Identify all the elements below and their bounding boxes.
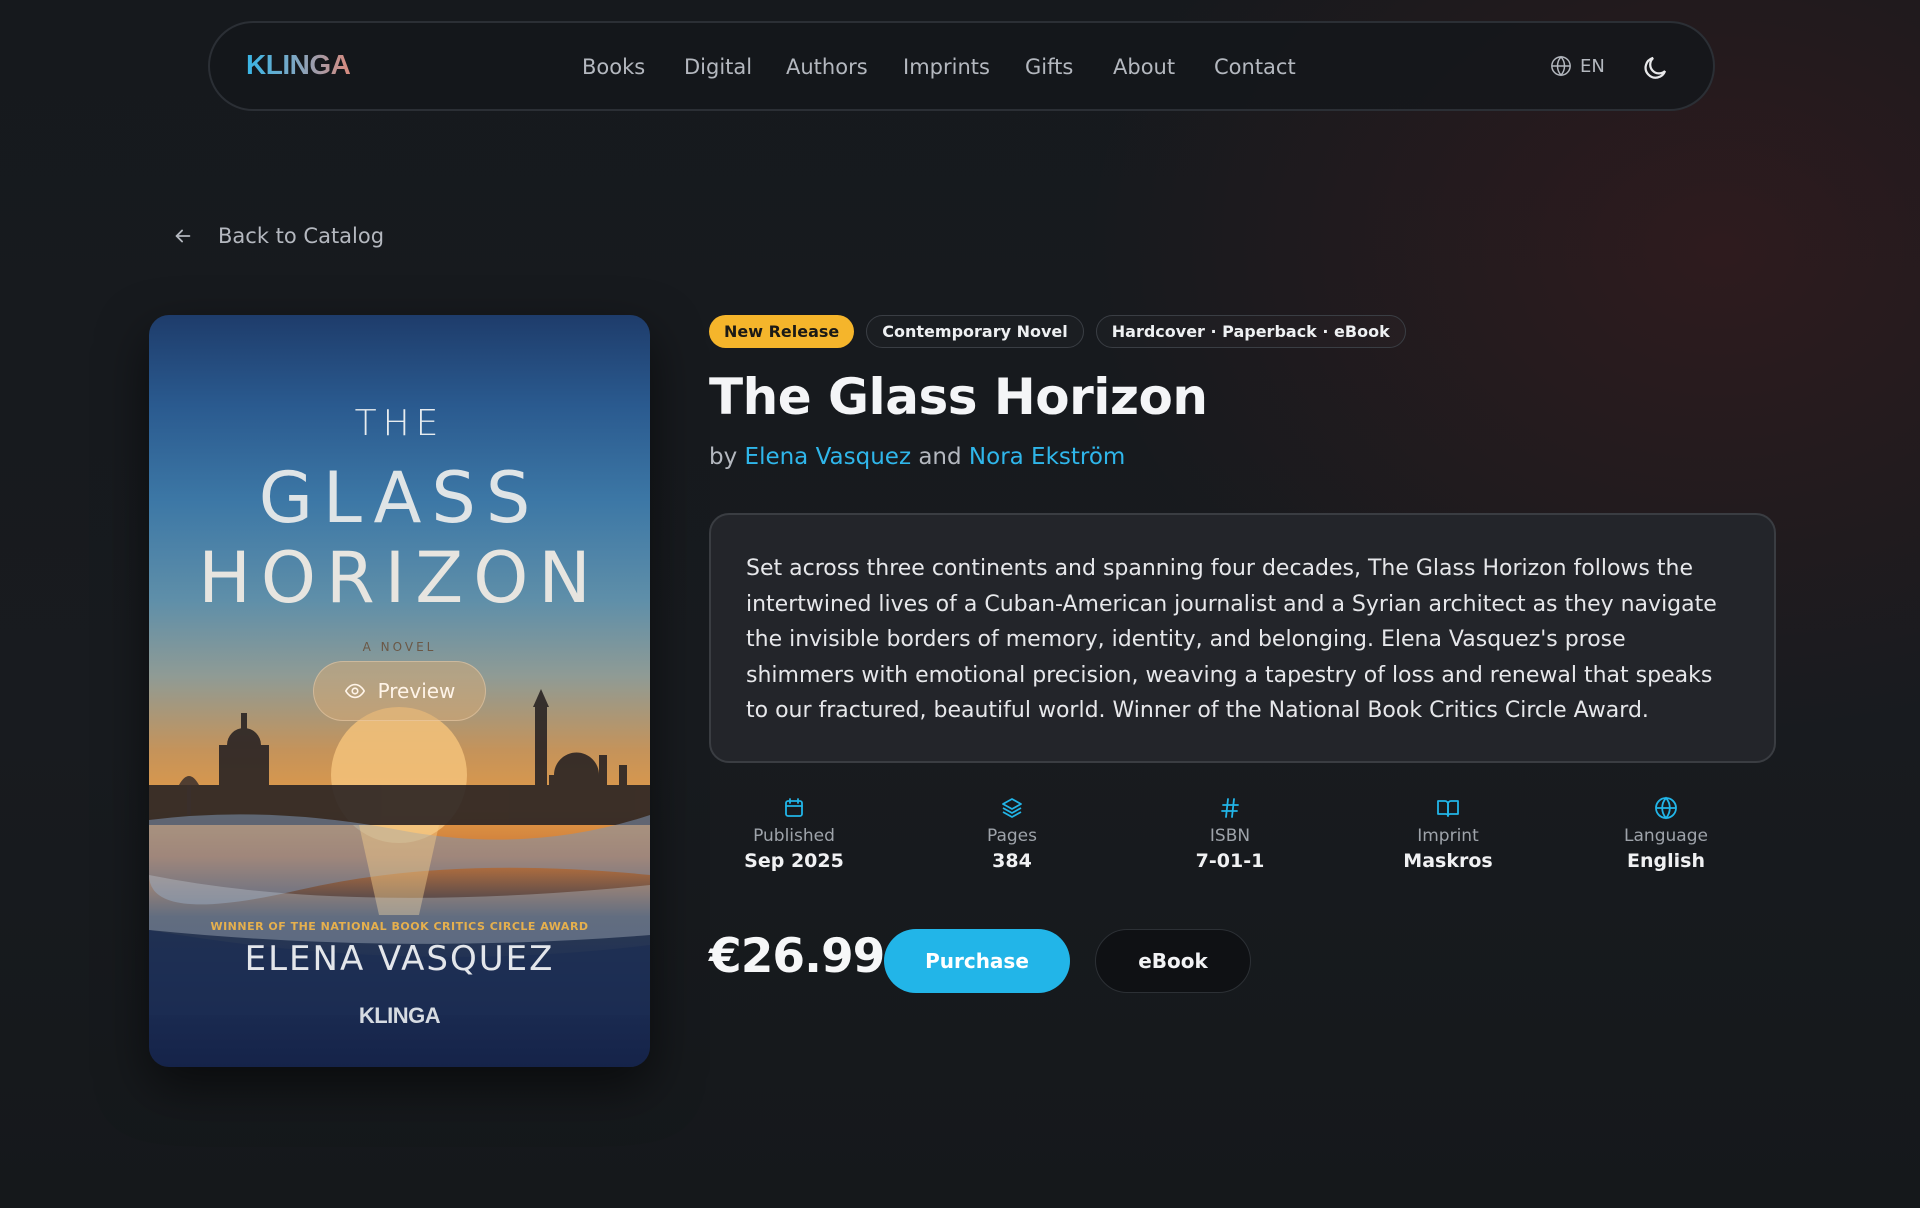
top-navigation: KLINGA Books Digital Authors Imprints Gi… — [208, 21, 1715, 111]
meta-label: ISBN — [1209, 826, 1251, 846]
cover-award: WINNER OF THE NATIONAL BOOK CRITICS CIRC… — [210, 920, 589, 933]
meta-value: 384 — [992, 850, 1032, 872]
ebook-button[interactable]: eBook — [1095, 929, 1251, 993]
nav-link-gifts[interactable]: Gifts — [1025, 55, 1073, 79]
meta-label: Pages — [986, 826, 1037, 846]
globe-icon — [1551, 55, 1571, 77]
meta-value: 7-01-1 — [1195, 850, 1265, 872]
cover-title-glass: GLASS — [258, 457, 541, 539]
meta-label: Language — [1624, 826, 1708, 846]
cover-title-horizon: HORIZON — [198, 537, 601, 619]
back-to-catalog-link[interactable]: Back to Catalog — [172, 224, 384, 248]
author-link-elena-vasquez[interactable]: Elena Vasquez — [745, 444, 911, 470]
arrow-left-icon — [175, 229, 191, 243]
eye-icon — [344, 683, 365, 699]
nav-link-authors[interactable]: Authors — [786, 55, 868, 79]
back-label: Back to Catalog — [218, 224, 385, 248]
author-link-nora-ekstrom[interactable]: Nora Ekström — [969, 444, 1125, 470]
book-metadata: Published Sep 2025 Pages 384 ISBN 7-01-1… — [709, 796, 1776, 886]
book-cover: THE GLASS HORIZON A NOVEL WINNER OF THE … — [149, 315, 650, 1067]
cover-publisher-logo: KLINGA — [358, 1003, 441, 1028]
hash-icon — [1221, 798, 1239, 818]
meta-value: Maskros — [1403, 850, 1493, 872]
badges: New Release Contemporary Novel Hardcover… — [709, 315, 1406, 348]
meta-published: Published Sep 2025 — [694, 796, 894, 872]
cover-subtitle: A NOVEL — [362, 640, 437, 654]
badge-genre: Contemporary Novel — [866, 315, 1084, 348]
book-open-icon — [1437, 800, 1459, 817]
nav-link-imprints[interactable]: Imprints — [903, 55, 990, 79]
nav-links: Books Digital Authors Imprints Gifts Abo… — [210, 55, 1713, 85]
nav-link-books[interactable]: Books — [582, 55, 645, 79]
nav-link-digital[interactable]: Digital — [684, 55, 752, 79]
meta-pages: Pages 384 — [912, 796, 1112, 872]
calendar-icon — [785, 798, 803, 817]
badge-formats: Hardcover · Paperback · eBook — [1095, 315, 1406, 348]
meta-language: Language English — [1566, 796, 1766, 872]
byline-by: by — [709, 444, 738, 470]
language-label: EN — [1580, 55, 1605, 77]
meta-value: Sep 2025 — [744, 850, 844, 872]
byline: by Elena Vasquez and Nora Ekström — [709, 444, 1125, 470]
preview-button[interactable]: Preview — [313, 661, 486, 721]
price: €26.99 — [709, 929, 885, 984]
meta-label: Imprint — [1417, 826, 1479, 846]
purchase-button[interactable]: Purchase — [884, 929, 1070, 993]
meta-imprint: Imprint Maskros — [1348, 796, 1548, 872]
meta-label: Published — [753, 826, 835, 846]
description-text: Set across three continents and spanning… — [746, 556, 1717, 723]
globe-icon — [1655, 796, 1677, 820]
meta-isbn: ISBN 7-01-1 — [1130, 796, 1330, 872]
language-switcher[interactable]: EN — [1550, 55, 1605, 77]
cover-title-the: THE — [354, 403, 445, 444]
book-description: Set across three continents and spanning… — [709, 513, 1776, 763]
byline-and: and — [918, 444, 962, 470]
nav-link-contact[interactable]: Contact — [1214, 55, 1296, 79]
cover-author: ELENA VASQUEZ — [244, 939, 555, 979]
moon-icon[interactable] — [1640, 53, 1670, 83]
layers-icon — [1002, 798, 1022, 818]
preview-label: Preview — [377, 679, 456, 703]
nav-link-about[interactable]: About — [1113, 55, 1175, 79]
meta-value: English — [1627, 850, 1705, 872]
book-title: The Glass Horizon — [709, 368, 1208, 426]
badge-new-release: New Release — [709, 315, 855, 348]
